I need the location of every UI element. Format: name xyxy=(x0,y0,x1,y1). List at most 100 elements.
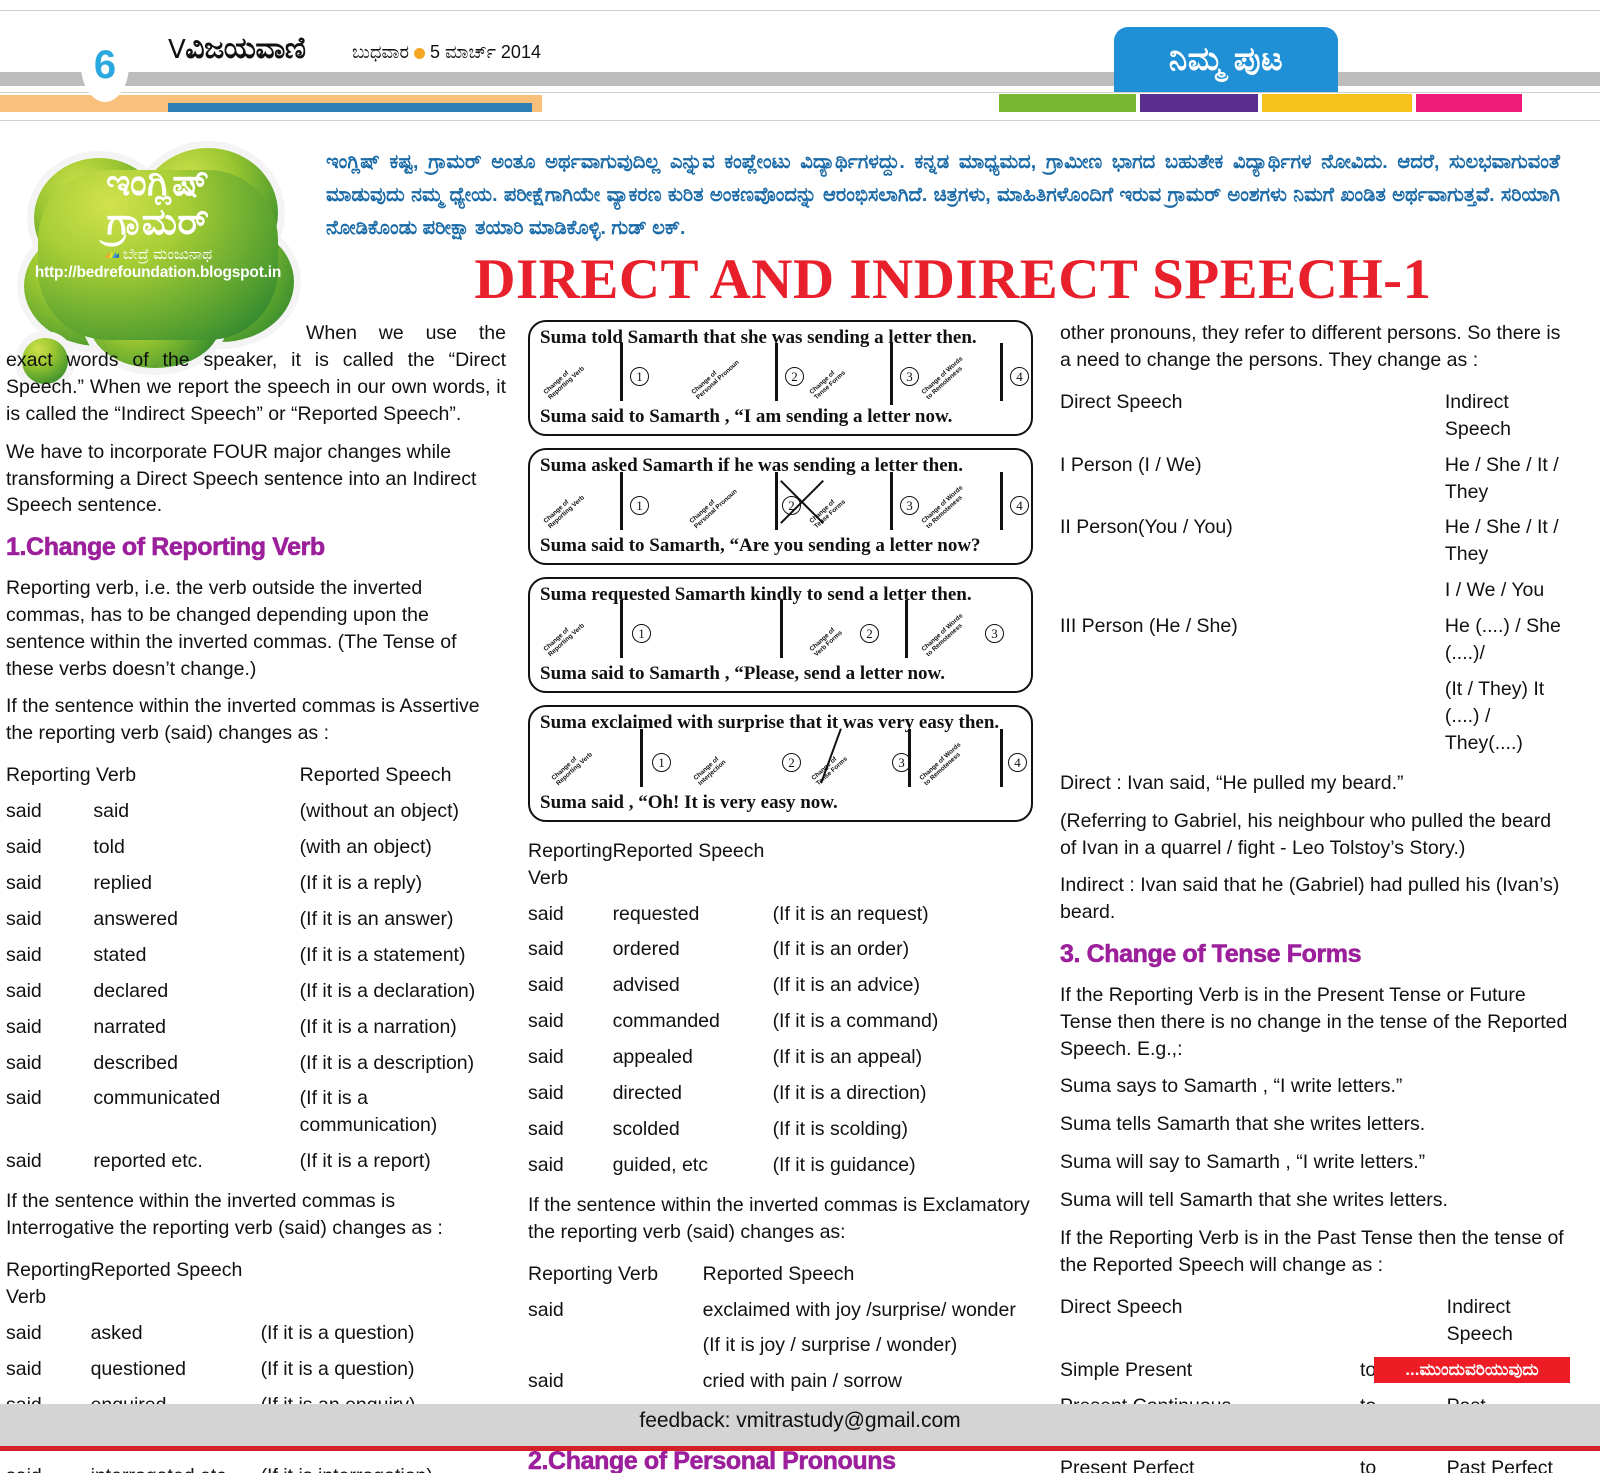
table-cell: said xyxy=(6,872,42,894)
col-header-direct-speech: Direct Speech xyxy=(1060,390,1183,413)
table-cell: (If it is a question) xyxy=(260,1321,415,1344)
table-cell: said xyxy=(6,1051,42,1074)
diagram-change-label: Change of Reporting Verb xyxy=(542,494,586,530)
diagram-vertical-bar xyxy=(1000,343,1003,402)
table-cell: said xyxy=(6,979,42,1002)
table-cell: (without an object) xyxy=(299,800,460,823)
table-cell: said xyxy=(528,938,564,961)
header-date: ಬುಧವಾರ 5 ಮಾರ್ಚ್ 2014 xyxy=(352,42,541,63)
heading-change-of-reporting-verb: 1.Change of Reporting Verb xyxy=(6,533,326,562)
table-cell: said xyxy=(6,907,42,930)
middle-paragraph-1: If the sentence within the inverted comm… xyxy=(528,1193,1030,1243)
diagram-step-marker: 4 xyxy=(1008,752,1027,772)
tense-example: Suma will tell Samarth that she writes l… xyxy=(1060,1189,1448,1212)
table-row: said cried with pain / sorrow xyxy=(528,1364,1033,1400)
section-tab[interactable]: ನಿಮ್ಮ ಪುಟ xyxy=(1114,27,1338,92)
table-cell: (It / They) It (....) / They(....) xyxy=(1444,677,1545,754)
assertive-verbs-table: Reporting Verb Reported Speech said said (… xyxy=(6,758,506,1180)
table-cell: II Person(You / You) xyxy=(1060,516,1233,539)
table-row: said advised (If it is an advice) xyxy=(528,968,1033,1004)
table-cell: said xyxy=(528,1153,564,1176)
indirect-example: Indirect : Ivan said that he (Gabriel) h… xyxy=(1060,874,1560,924)
table-cell: answered xyxy=(93,907,178,930)
right-paragraph-3: If the Reporting Verb is in the Past Ten… xyxy=(1060,1227,1564,1276)
imperative-rows: said requested (If it is an request) said or… xyxy=(528,897,1033,1184)
weekday-label: ಬುಧವಾರ xyxy=(352,42,409,62)
table-row: said said (without an object) xyxy=(6,794,506,830)
middle-column: Suma told Samarth that she was sending a… xyxy=(528,320,1033,1473)
table-cell: to xyxy=(1359,1457,1377,1473)
left-paragraph-2: We have to incorporate FOUR major change… xyxy=(6,440,477,517)
col-header-reporting-verb: Reporting Verb xyxy=(6,764,137,787)
footer-feedback[interactable]: feedback: vmitrastudy@gmail.com xyxy=(0,1409,1600,1433)
header-top-rule xyxy=(0,10,1600,11)
diagram-change-label: Change of Tense Forms xyxy=(808,369,848,402)
diagram-step-marker: 2 xyxy=(782,752,801,772)
color-swatch-green xyxy=(999,94,1136,112)
col-header-reported-speech: Reported Speech xyxy=(612,839,765,862)
table-row: said described (If it is a description) xyxy=(6,1046,506,1082)
table-cell: stated xyxy=(93,943,147,966)
diagram-change-label: Change of Verb Forms xyxy=(808,626,845,659)
color-swatch-yellow xyxy=(1262,94,1412,112)
table-row: said answered (If it is an answer) xyxy=(6,902,506,938)
diagram-connector-area: Change of Reporting Verb Change of Personal… xyxy=(530,343,1031,406)
logo-author: ಬೇದ್ರೆ ಮಂಜುನಾಥ xyxy=(122,245,213,263)
table-row: said requested (If it is an request) xyxy=(528,897,1033,933)
table-cell: Present Perfect xyxy=(1060,1457,1195,1473)
table-row: II Person(You / You) He / She / It / They xyxy=(1060,510,1570,573)
continue-badge: ...ಮುಂದುವರಿಯುವುದು xyxy=(1374,1357,1570,1383)
diagram-change-label: Change of Interjection xyxy=(692,755,728,787)
diagram-vertical-bar xyxy=(890,343,893,406)
table-row: said exclaimed with joy /surprise/ wonder xyxy=(528,1293,1033,1329)
diagram-change-label: Change of Words to Remoteness xyxy=(920,484,965,530)
logo-url[interactable]: http://bedrefoundation.blogspot.in xyxy=(8,264,308,282)
date-value: 5 ಮಾರ್ಚ್ 2014 xyxy=(429,42,541,62)
tense-examples-list: Suma says to Samarth , “I write letters.… xyxy=(1060,1073,1570,1214)
table-cell: reported etc. xyxy=(93,1150,203,1173)
left-paragraph-5: If the sentence within the inverted comm… xyxy=(6,1190,443,1240)
table-cell: said xyxy=(6,1150,42,1173)
table-cell xyxy=(528,1328,703,1364)
table-header-row: Direct Speech Indirect Speech xyxy=(1060,1290,1570,1353)
diagram-connector-area: Change of Reporting Verb Change of Interjec… xyxy=(530,727,1031,787)
speech-transform-diagram: Suma requested Samarth kindly to send a … xyxy=(528,576,1033,694)
left-column: When we use the exact words of the speak… xyxy=(6,320,506,1473)
table-cell: said xyxy=(528,974,564,997)
diagram-vertical-bar xyxy=(1000,728,1003,787)
table-cell: (If it is a communication) xyxy=(299,1087,438,1137)
table-row: I / We / You xyxy=(1060,573,1570,609)
table-cell: replied xyxy=(93,872,152,894)
heading-change-of-tense-forms: 3. Change of Tense Forms xyxy=(1060,940,1362,969)
left-paragraph-4: If the sentence within the inverted comm… xyxy=(6,695,480,745)
table-cell: interrogated etc. xyxy=(91,1459,261,1473)
speech-transform-diagram: Suma asked Samarth if he was sending a l… xyxy=(528,448,1033,565)
table-cell: questioned xyxy=(90,1357,186,1380)
diagram-vertical-bar xyxy=(780,600,783,659)
right-paragraph-2: If the Reporting Verb is in the Present … xyxy=(1060,983,1568,1060)
diagram-step-marker: 1 xyxy=(630,367,649,387)
table-row: saidinterrogated etc.(If it is interroga… xyxy=(6,1459,506,1473)
table-row: said guided, etc (If it is guidance) xyxy=(528,1148,1033,1184)
footer-red-rule xyxy=(0,1446,1600,1451)
diagram-step-marker: 4 xyxy=(1010,367,1029,387)
table-header-row: Direct Speech Indirect Speech xyxy=(1060,385,1570,448)
right-column: other pronouns, they refer to different … xyxy=(1060,320,1570,1473)
diagram-vertical-bar xyxy=(620,343,623,402)
table-cell: appealed xyxy=(612,1046,693,1069)
table-cell: III Person (He / She) xyxy=(1060,615,1238,638)
speech-transform-diagram: Suma told Samarth that she was sending a… xyxy=(528,320,1033,437)
diagram-connector-area: Change of Reporting Verb Change of Verb For… xyxy=(530,600,1031,659)
table-header-row: Reporting Verb Reported Speech xyxy=(6,758,506,794)
table-cell: described xyxy=(93,1051,178,1074)
diagram-vertical-bar xyxy=(620,600,623,659)
diagram-change-label: Change of Tense Forms xyxy=(808,498,848,530)
table-cell: He / She / It / They xyxy=(1444,516,1559,566)
diagram-step-marker: 1 xyxy=(652,752,671,772)
table-cell: He (....) / She (....)/ xyxy=(1444,615,1561,665)
diagram-group: Suma told Samarth that she was sending a… xyxy=(528,320,1033,822)
table-cell: (If it is a description) xyxy=(299,1051,475,1074)
table-cell: said xyxy=(528,1298,564,1321)
table-cell: guided, etc xyxy=(612,1153,708,1176)
diagram-step-marker: 2 xyxy=(785,367,804,387)
